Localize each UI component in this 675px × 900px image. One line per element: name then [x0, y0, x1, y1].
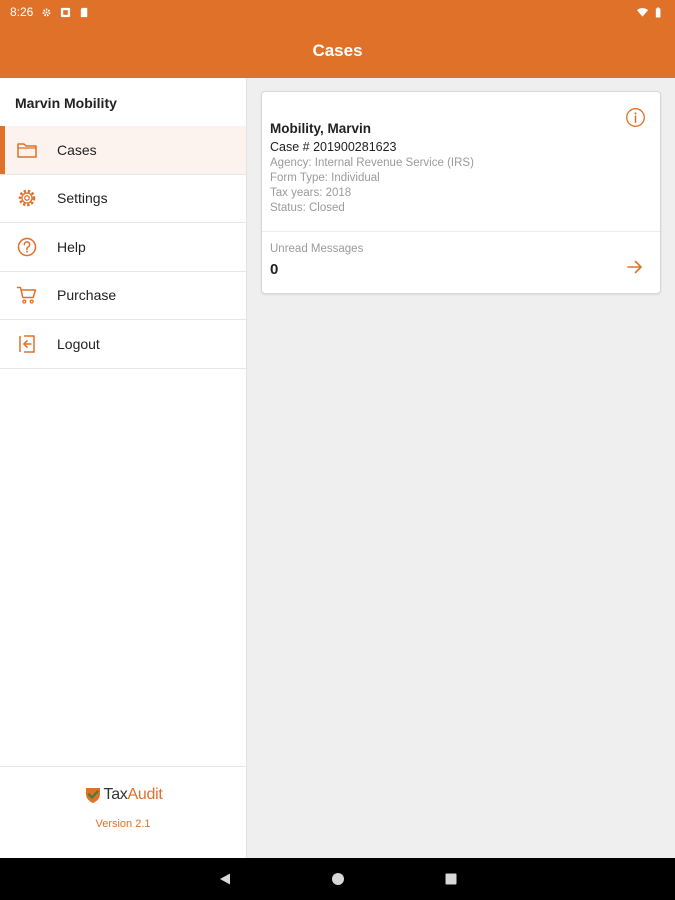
help-icon [16, 236, 38, 258]
folder-icon [16, 139, 38, 161]
sidebar-footer: TaxAudit Version 2.1 [0, 766, 246, 858]
logo-text-audit: Audit [127, 786, 163, 803]
gear-icon [16, 187, 38, 209]
status-bar: 8:26 [0, 0, 675, 24]
recents-icon[interactable] [443, 871, 459, 887]
sidebar: Marvin Mobility Cases Settings Help Purc… [0, 78, 247, 858]
user-name: Marvin Mobility [15, 95, 117, 111]
shield-logo-icon [85, 788, 100, 803]
notification-icon [61, 7, 71, 17]
case-agency: Agency: Internal Revenue Service (IRS) [270, 157, 474, 169]
logo-text-tax: Tax [103, 786, 128, 803]
sidebar-item-purchase[interactable]: Purchase [0, 272, 246, 320]
case-card[interactable]: Mobility, Marvin Case # 201900281623 Age… [261, 91, 661, 294]
unread-messages-label: Unread Messages [270, 243, 364, 255]
case-status: Status: Closed [270, 202, 345, 214]
wifi-icon [637, 7, 648, 17]
case-form-type: Form Type: Individual [270, 172, 380, 184]
sidebar-item-label: Cases [57, 141, 97, 158]
arrow-right-icon[interactable] [626, 258, 644, 276]
settings-notification-icon [42, 8, 51, 16]
system-nav-bar [0, 858, 675, 900]
home-icon[interactable] [330, 871, 346, 887]
case-client-name: Mobility, Marvin [270, 121, 372, 136]
back-icon[interactable] [217, 871, 233, 887]
status-time: 8:26 [10, 5, 34, 19]
info-icon[interactable] [625, 107, 646, 128]
case-tax-years: Tax years: 2018 [270, 187, 352, 199]
taxaudit-logo: TaxAudit [84, 786, 163, 804]
cart-icon [16, 284, 38, 306]
logout-icon [16, 333, 38, 355]
battery-icon [655, 6, 661, 18]
app-bar: Cases [0, 24, 675, 78]
sidebar-item-label: Settings [57, 190, 108, 207]
sidebar-item-settings[interactable]: Settings [0, 175, 246, 223]
sidebar-item-cases[interactable]: Cases [0, 126, 246, 175]
card-divider [262, 231, 660, 232]
sidebar-item-label: Logout [57, 335, 100, 352]
sidebar-item-label: Purchase [57, 287, 117, 304]
case-number: Case # 201900281623 [270, 140, 397, 154]
app-version: Version 2.1 [95, 818, 151, 830]
sidebar-item-help[interactable]: Help [0, 223, 246, 272]
sidebar-item-label: Help [57, 238, 86, 255]
page-title: Cases [312, 41, 363, 60]
main-content: Mobility, Marvin Case # 201900281623 Age… [248, 78, 675, 858]
sd-card-icon [81, 7, 88, 17]
sidebar-item-logout[interactable]: Logout [0, 320, 246, 369]
unread-messages-count: 0 [270, 261, 279, 278]
